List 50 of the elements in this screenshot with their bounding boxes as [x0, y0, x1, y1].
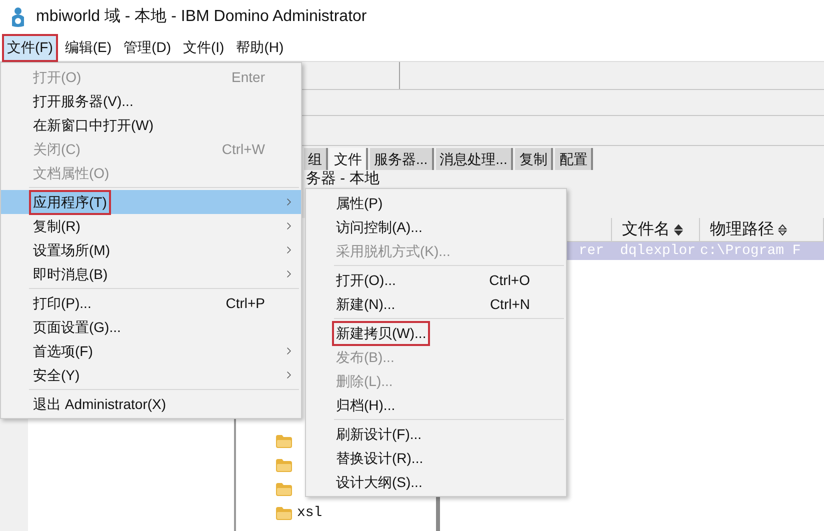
table-cell-text: dqlexplor: [619, 242, 697, 260]
window-title: mbiworld 域 - 本地 - IBM Domino Administrator: [36, 6, 367, 27]
menu-item[interactable]: 设计大纲(S)...: [306, 470, 566, 494]
menu-item[interactable]: 打开服务器(V)...: [1, 89, 301, 113]
menu-item[interactable]: 刷新设计(F)...: [306, 422, 566, 446]
menu-item[interactable]: 安全(Y): [1, 363, 301, 387]
menu-item[interactable]: 打开(O)... Ctrl+O: [306, 268, 566, 292]
tab[interactable]: 组: [304, 148, 328, 170]
menu-item[interactable]: 属性(P): [306, 191, 566, 215]
tab[interactable]: 服务器...: [370, 148, 434, 170]
folder-icon: [276, 435, 292, 448]
menu-item[interactable]: 退出 Administrator(X): [1, 392, 301, 416]
menu-bar-item[interactable]: 帮助(H): [231, 34, 289, 62]
tab[interactable]: 复制: [515, 148, 554, 170]
menu-item[interactable]: 归档(H)...: [306, 393, 566, 417]
menu-item[interactable]: 即时消息(B): [1, 262, 301, 286]
menu-item[interactable]: 应用程序(T): [1, 190, 301, 214]
tab[interactable]: 消息处理...: [436, 148, 514, 170]
column-header[interactable]: 物理路径: [700, 218, 824, 241]
tab[interactable]: 配置: [555, 148, 594, 170]
menu-bar-item[interactable]: 文件(F): [2, 34, 58, 62]
menu-bar-item[interactable]: 管理(D): [118, 34, 176, 62]
folder-icon: [276, 483, 292, 496]
folder-icon: [276, 459, 292, 472]
column-header[interactable]: 文件名: [612, 218, 700, 241]
shortcut-text: Ctrl+P: [226, 294, 265, 312]
app-icon: [10, 6, 26, 28]
folder-label[interactable]: xsl: [297, 503, 322, 524]
shortcut-text: Ctrl+O: [489, 270, 530, 290]
shortcut-text: Ctrl+W: [222, 140, 265, 158]
table-cell-text: c:\Program F: [700, 242, 801, 260]
tab[interactable]: 文件: [330, 148, 368, 170]
menu-item[interactable]: 新建拷贝(W)...: [306, 321, 566, 345]
view-title: 务器 - 本地: [306, 168, 380, 189]
menu-item[interactable]: 复制(R): [1, 214, 301, 238]
shortcut-text: Ctrl+N: [490, 294, 530, 314]
menu-item[interactable]: 新建(N)... Ctrl+N: [306, 292, 566, 316]
menu-bar-item[interactable]: 编辑(E): [60, 34, 117, 62]
menu-item[interactable]: 在新窗口中打开(W): [1, 113, 301, 137]
sort-icon[interactable]: [778, 224, 787, 236]
menu-item[interactable]: 打印(P)... Ctrl+P: [1, 291, 301, 315]
sort-icon[interactable]: [674, 224, 683, 236]
menu-item[interactable]: 设置场所(M): [1, 238, 301, 262]
shortcut-text: Enter: [232, 68, 265, 86]
menu-item[interactable]: 替换设计(R)...: [306, 446, 566, 470]
menu-bar-item[interactable]: 文件(I): [178, 34, 230, 62]
menu-item[interactable]: 首选项(F): [1, 339, 301, 363]
menu-item[interactable]: 访问控制(A)...: [306, 215, 566, 239]
folder-icon: [276, 507, 292, 520]
menu-item[interactable]: 页面设置(G)...: [1, 315, 301, 339]
